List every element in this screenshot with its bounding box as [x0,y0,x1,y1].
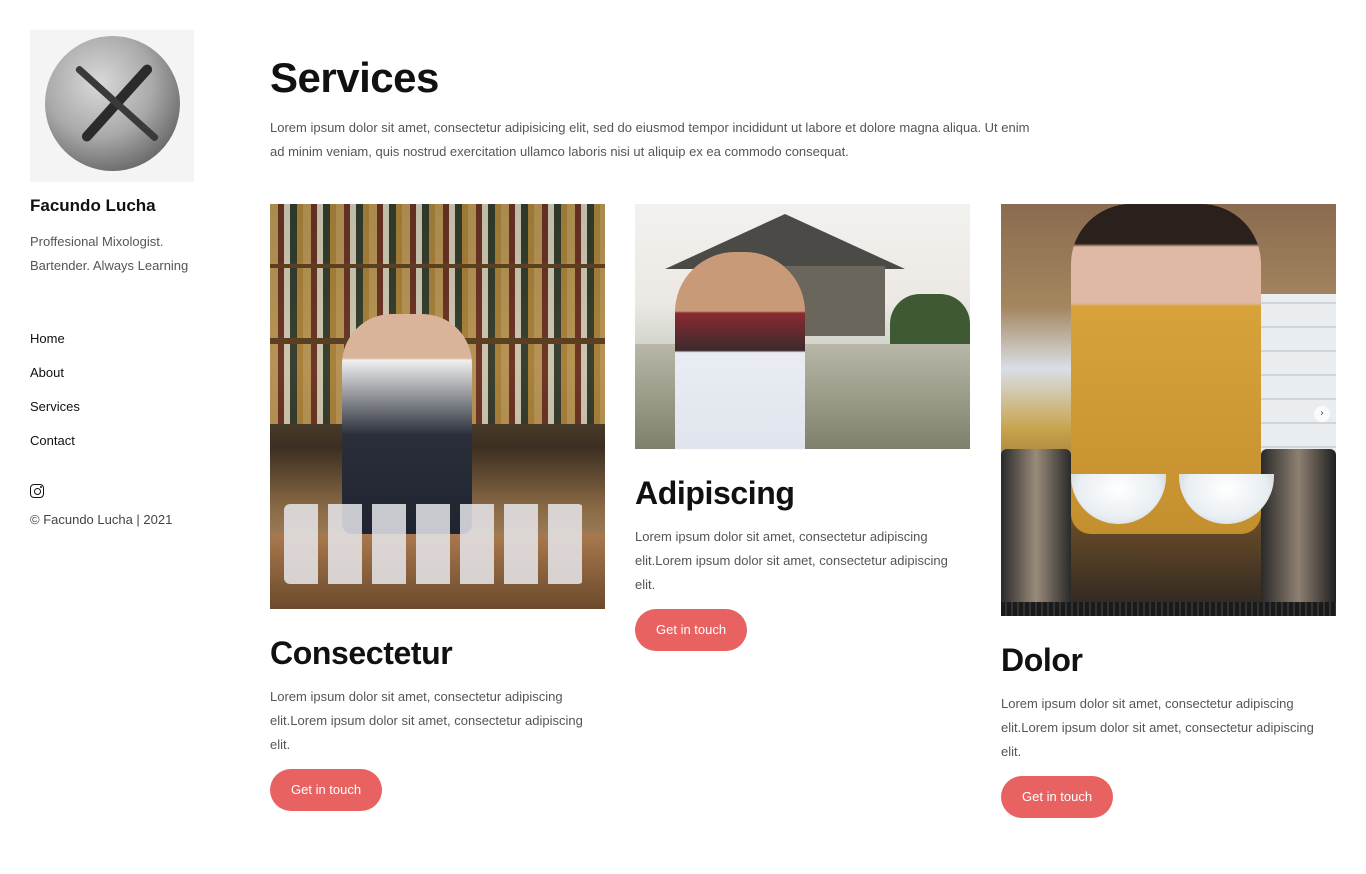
main-nav: Home About Services Contact [30,330,220,466]
service-image-portrait [635,204,970,449]
nav-item-contact[interactable]: Contact [30,432,220,466]
get-in-touch-button[interactable]: Get in touch [635,609,748,651]
get-in-touch-button[interactable]: Get in touch [270,769,383,811]
service-description: Lorem ipsum dolor sit amet, consectetur … [635,529,948,592]
service-card: Consectetur Lorem ipsum dolor sit amet, … [270,204,605,811]
page-intro: Lorem ipsum dolor sit amet, consectetur … [270,120,1030,159]
get-in-touch-button[interactable]: Get in touch [1001,776,1114,818]
shaker-tin [1001,449,1071,609]
sidebar: Facundo Lucha Proffesional Mixologist. B… [30,30,220,527]
service-title: Adipiscing [635,475,795,511]
nav-item-about[interactable]: About [30,364,220,398]
chevron-right-icon[interactable]: › [1314,406,1330,422]
service-title: Consectetur [270,635,453,671]
main-content: Services Lorem ipsum dolor sit amet, con… [270,50,1336,164]
service-description: Lorem ipsum dolor sit amet, consectetur … [270,689,583,752]
bottle-row [270,204,605,264]
nav-item-services[interactable]: Services [30,398,220,432]
service-card: › Dolor Lorem ipsum dolor sit amet, cons… [1001,204,1336,818]
trees [890,294,970,344]
site-tagline: Proffesional Mixologist. Bartender. Alwa… [30,234,189,273]
page-title: Services [270,54,439,101]
pagoda-roof [665,214,905,269]
site-name[interactable]: Facundo Lucha [30,196,220,216]
nav-item-home[interactable]: Home [30,330,220,364]
copyright: © Facundo Lucha | 2021 [30,512,173,527]
glassware [284,504,584,584]
avatar[interactable] [30,30,194,182]
bartender-figure [342,314,472,534]
instagram-icon[interactable] [30,484,44,498]
service-description: Lorem ipsum dolor sit amet, consectetur … [1001,696,1314,759]
avatar-image [45,36,180,171]
service-card: Adipiscing Lorem ipsum dolor sit amet, c… [635,204,970,651]
service-image-carousel[interactable]: › [1001,204,1336,616]
shaker-tin [1261,449,1336,609]
service-title: Dolor [1001,642,1083,678]
person-figure [675,252,805,449]
carousel-dots [1146,612,1188,616]
service-image-bartender [270,204,605,609]
